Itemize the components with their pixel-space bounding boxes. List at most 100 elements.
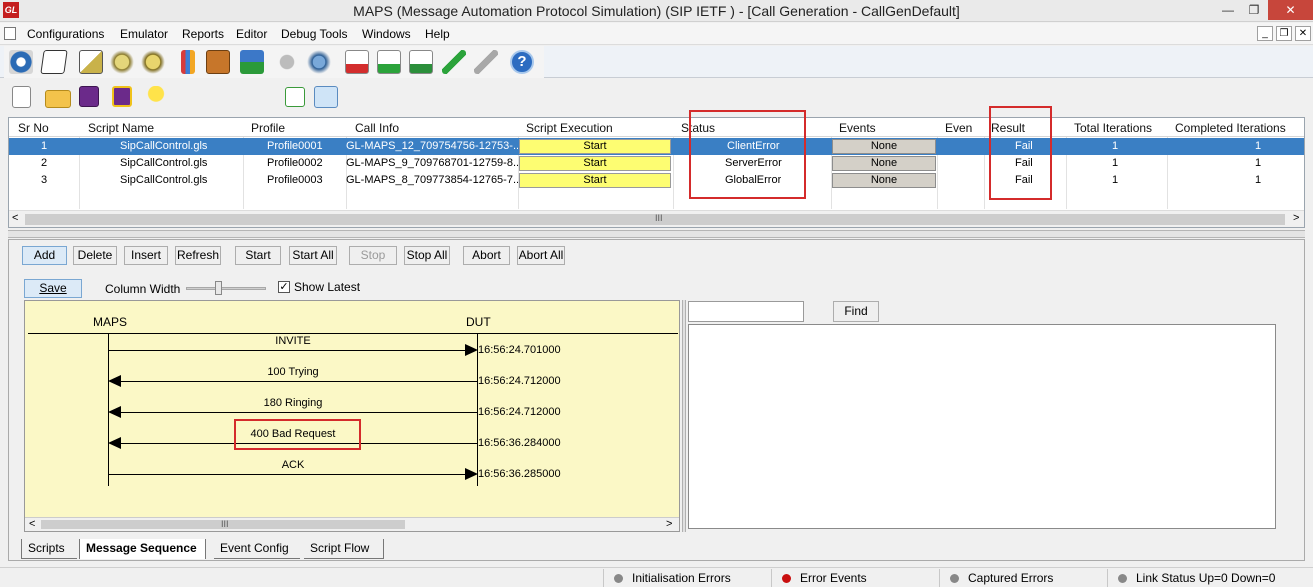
events-button[interactable]: None: [832, 139, 936, 154]
mdi-minimize-button[interactable]: _: [1257, 26, 1273, 41]
col-call-info[interactable]: Call Info: [355, 121, 399, 135]
delete-button[interactable]: Delete: [73, 246, 117, 265]
pane-splitter[interactable]: [8, 230, 1305, 238]
notebook-icon[interactable]: [40, 50, 68, 74]
mdi-restore-button[interactable]: ❐: [1276, 26, 1292, 41]
col-even[interactable]: Even: [945, 121, 972, 135]
file-toolbar: [0, 82, 1313, 116]
message-arrow-line: [109, 474, 465, 475]
books-icon[interactable]: [181, 50, 195, 74]
tab-script-flow[interactable]: Script Flow: [304, 539, 384, 559]
table-row[interactable]: 1 SipCallControl.gls Profile0001 GL-MAPS…: [9, 138, 1304, 155]
tab-event-config[interactable]: Event Config: [214, 539, 300, 559]
status-label: Link Status Up=0 Down=0: [1136, 571, 1276, 585]
insert-button[interactable]: Insert: [124, 246, 168, 265]
close-button[interactable]: ✕: [1268, 0, 1313, 20]
col-events[interactable]: Events: [839, 121, 876, 135]
save-as-icon[interactable]: [112, 86, 132, 107]
menu-reports[interactable]: Reports: [182, 27, 224, 41]
events-button[interactable]: None: [832, 156, 936, 171]
tools-disabled-icon[interactable]: [275, 50, 299, 74]
stop-all-button[interactable]: Stop All: [404, 246, 450, 265]
call-flow-icon[interactable]: [442, 50, 466, 74]
message-detail-view[interactable]: [688, 324, 1276, 529]
table-row[interactable]: 2 SipCallControl.gls Profile0002 GL-MAPS…: [9, 155, 1304, 172]
scroll-right-arrow-icon[interactable]: >: [666, 518, 672, 530]
tab-scripts[interactable]: Scripts: [21, 539, 77, 559]
message-label[interactable]: 180 Ringing: [109, 397, 477, 409]
start-script-button[interactable]: Start: [519, 156, 671, 171]
add-button[interactable]: Add: [22, 246, 67, 265]
menu-configurations[interactable]: Configurations: [27, 27, 104, 41]
vertical-layout-icon[interactable]: [285, 87, 305, 107]
toolbox-icon[interactable]: [206, 50, 230, 74]
network-icon[interactable]: [240, 50, 264, 74]
scroll-left-arrow-icon[interactable]: <: [12, 212, 18, 224]
stop-button[interactable]: Stop: [349, 246, 397, 265]
message-label[interactable]: ACK: [109, 459, 477, 471]
status-dot-icon: [1118, 574, 1127, 583]
gears-icon[interactable]: [110, 50, 134, 74]
col-script-execution[interactable]: Script Execution: [526, 121, 613, 135]
table-row[interactable]: 3 SipCallControl.gls Profile0003 GL-MAPS…: [9, 172, 1304, 189]
gears-2-icon[interactable]: [141, 50, 165, 74]
menu-emulator[interactable]: Emulator: [120, 27, 168, 41]
menu-editor[interactable]: Editor: [236, 27, 267, 41]
help-icon[interactable]: ?: [510, 50, 534, 74]
status-captured-errors[interactable]: Captured Errors: [939, 569, 1105, 587]
menu-help[interactable]: Help: [425, 27, 450, 41]
status-initialisation-errors[interactable]: Initialisation Errors: [603, 569, 769, 587]
tab-message-sequence[interactable]: Message Sequence: [79, 539, 206, 559]
message-label[interactable]: 100 Trying: [109, 366, 477, 378]
mdi-close-button[interactable]: ✕: [1295, 26, 1311, 41]
find-button[interactable]: Find: [833, 301, 879, 322]
message-detail-panel: Find: [686, 300, 1298, 532]
col-total-iterations[interactable]: Total Iterations: [1074, 121, 1152, 135]
abort-button[interactable]: Abort: [463, 246, 510, 265]
save-button[interactable]: Save: [24, 279, 82, 298]
report-p-icon[interactable]: [409, 50, 433, 74]
edit-script-icon[interactable]: [79, 50, 103, 74]
start-script-button[interactable]: Start: [519, 139, 671, 154]
minimize-button[interactable]: —: [1214, 0, 1242, 20]
col-profile[interactable]: Profile: [251, 121, 285, 135]
message-timestamp: 16:56:24.712000: [478, 406, 561, 418]
status-error-events[interactable]: Error Events: [771, 569, 937, 587]
lightbulb-icon[interactable]: [147, 86, 165, 108]
open-folder-icon[interactable]: [45, 90, 71, 108]
events-button[interactable]: None: [832, 173, 936, 188]
show-latest-checkbox[interactable]: ✓: [278, 281, 290, 293]
status-link[interactable]: Link Status Up=0 Down=0: [1107, 569, 1307, 587]
column-width-slider[interactable]: [186, 281, 266, 295]
abort-all-button[interactable]: Abort All: [517, 246, 565, 265]
new-file-icon[interactable]: [12, 86, 31, 108]
sequence-horizontal-scrollbar[interactable]: < III >: [25, 517, 679, 531]
slider-thumb[interactable]: [215, 281, 222, 295]
menu-windows[interactable]: Windows: [362, 27, 411, 41]
call-flow-disabled-icon[interactable]: [474, 50, 498, 74]
debug-icon[interactable]: [307, 50, 331, 74]
restore-button[interactable]: ❐: [1240, 0, 1268, 20]
report-c-icon[interactable]: [377, 50, 401, 74]
header-separator: [28, 333, 678, 334]
start-button[interactable]: Start: [235, 246, 281, 265]
col-completed-iterations[interactable]: Completed Iterations: [1175, 121, 1286, 135]
find-input[interactable]: [688, 301, 804, 322]
grid-horizontal-scrollbar[interactable]: < III >: [9, 210, 1304, 227]
scroll-grip-icon: III: [221, 519, 229, 529]
message-label[interactable]: INVITE: [109, 335, 477, 347]
configuration-gear-icon[interactable]: [9, 50, 33, 74]
save-disk-icon[interactable]: [79, 86, 99, 107]
refresh-button[interactable]: Refresh: [175, 246, 221, 265]
start-script-button[interactable]: Start: [519, 173, 671, 188]
scroll-left-arrow-icon[interactable]: <: [29, 518, 35, 530]
col-script-name[interactable]: Script Name: [88, 121, 154, 135]
report-o-icon[interactable]: [345, 50, 369, 74]
message-timestamp: 16:56:36.284000: [478, 437, 561, 449]
col-sr-no[interactable]: Sr No: [18, 121, 49, 135]
menu-debug-tools[interactable]: Debug Tools: [281, 27, 348, 41]
scroll-right-arrow-icon[interactable]: >: [1293, 212, 1299, 224]
start-all-button[interactable]: Start All: [289, 246, 337, 265]
cell-profile: Profile0002: [267, 157, 323, 169]
tree-layout-icon[interactable]: [314, 86, 338, 108]
